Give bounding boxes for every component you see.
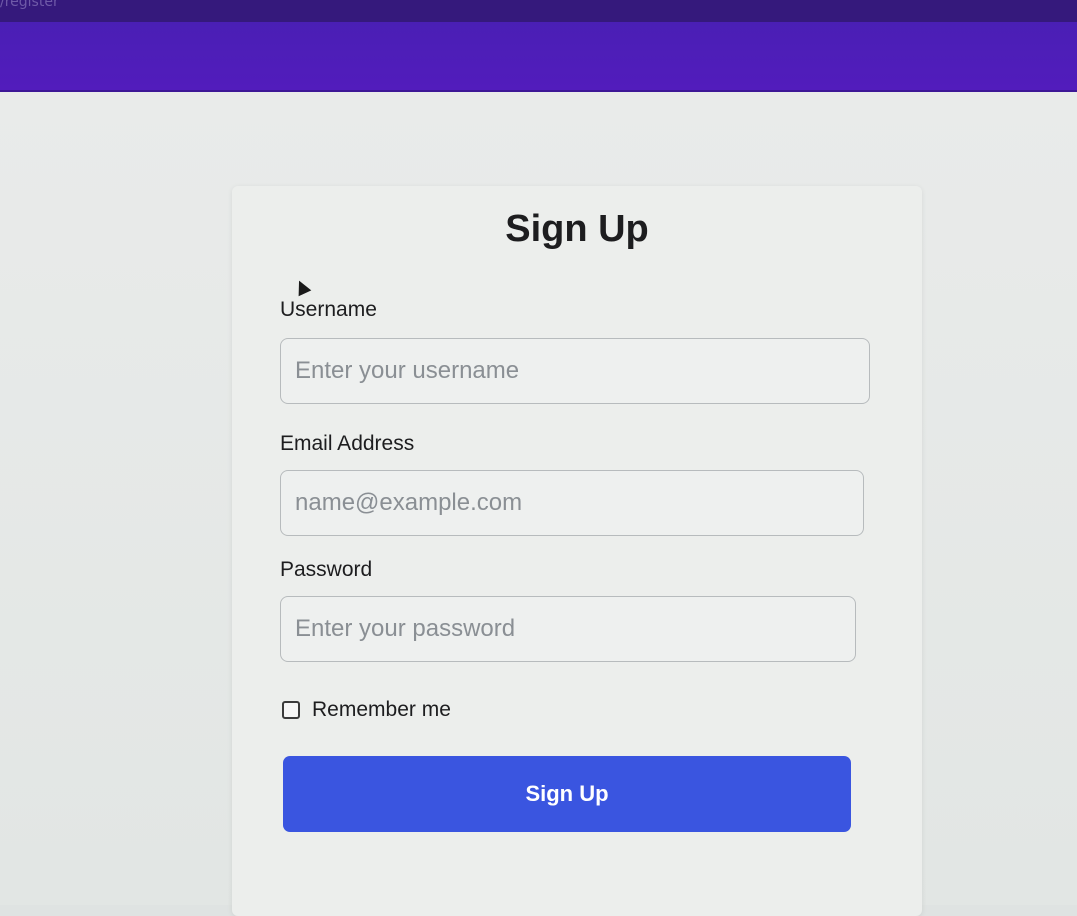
browser-top-bar: /register bbox=[0, 0, 1077, 22]
page-title: Sign Up bbox=[505, 208, 649, 250]
email-input[interactable] bbox=[280, 470, 864, 536]
password-input[interactable] bbox=[280, 596, 856, 662]
url-fragment: /register bbox=[0, 0, 59, 10]
remember-me-checkbox[interactable] bbox=[282, 701, 300, 719]
remember-me-row[interactable]: Remember me bbox=[282, 698, 451, 722]
email-label: Email Address bbox=[280, 432, 415, 455]
mouse-cursor-icon bbox=[292, 277, 312, 297]
password-label: Password bbox=[280, 558, 373, 581]
sign-up-button[interactable]: Sign Up bbox=[283, 756, 851, 832]
username-label: Username bbox=[280, 298, 377, 321]
signup-card: Sign Up Username Email Address Password … bbox=[232, 186, 922, 916]
remember-me-label[interactable]: Remember me bbox=[312, 698, 451, 722]
username-input[interactable] bbox=[280, 338, 870, 404]
app-header bbox=[0, 22, 1077, 92]
